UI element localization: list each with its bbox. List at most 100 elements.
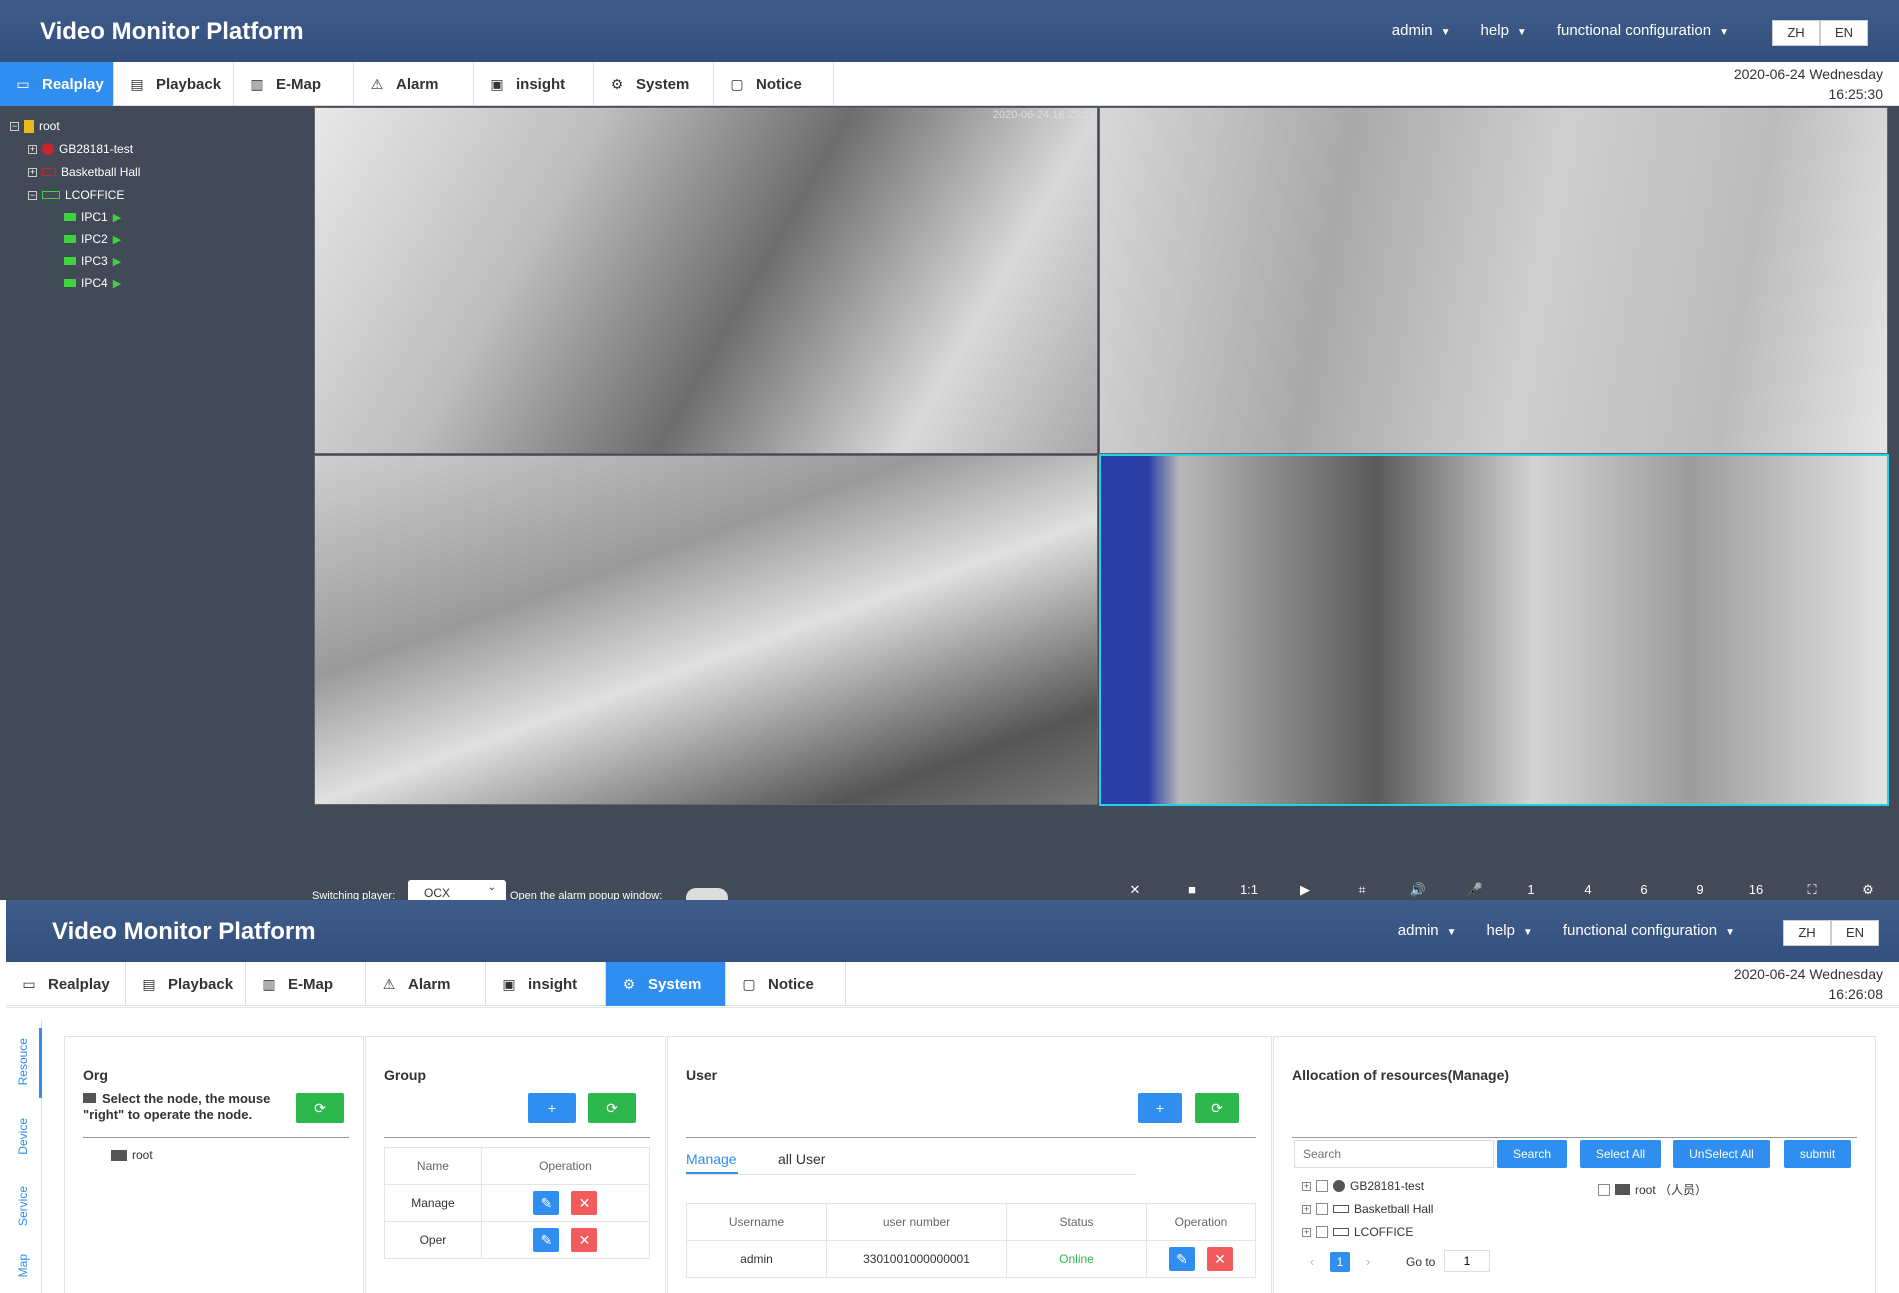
tree-node-ipc1[interactable]: IPC1 ▶	[64, 210, 121, 224]
webcam-icon	[1333, 1180, 1345, 1192]
checkbox[interactable]	[1316, 1203, 1328, 1215]
warning-icon: ⚠	[370, 76, 384, 92]
submit-button[interactable]: submit	[1784, 1140, 1851, 1168]
tab-insight[interactable]: ▣ insight	[486, 962, 606, 1006]
side-tab-resource[interactable]: Resouce	[16, 1038, 30, 1085]
tree-node-ipc2[interactable]: IPC2 ▶	[64, 232, 121, 246]
video-cell-4[interactable]	[1099, 454, 1889, 806]
layout-6-button[interactable]: 6	[1624, 882, 1664, 897]
lang-en-button[interactable]: EN	[1820, 20, 1868, 46]
delete-icon[interactable]: ✕	[571, 1191, 598, 1215]
tab-system[interactable]: ⚙ System	[606, 962, 726, 1006]
video-cell-1[interactable]: 2020-06-24 16:25:23	[314, 107, 1098, 454]
video-cell-3[interactable]	[314, 455, 1098, 805]
layout-16-button[interactable]: 16	[1736, 882, 1776, 897]
help-menu[interactable]: help ▼	[1481, 22, 1527, 39]
tab-alarm[interactable]: ⚠ Alarm	[354, 62, 474, 106]
close-all-button[interactable]: ✕	[1115, 882, 1155, 898]
refresh-icon: ⟳	[1211, 1100, 1223, 1116]
tab-playback[interactable]: ▤ Playback	[126, 962, 246, 1006]
config-menu[interactable]: functional configuration ▼	[1563, 922, 1735, 939]
video-cell-2[interactable]	[1099, 107, 1888, 454]
edit-icon[interactable]: ✎	[533, 1228, 560, 1252]
checkbox[interactable]	[1598, 1183, 1610, 1196]
active-tab-indicator	[686, 1172, 738, 1174]
gear-icon: ⚙	[622, 976, 636, 992]
play-icon[interactable]: ▶	[113, 211, 121, 224]
tab-emap[interactable]: ▥ E-Map	[246, 962, 366, 1006]
user-menu[interactable]: admin ▼	[1392, 22, 1451, 39]
lang-en-button[interactable]: EN	[1831, 920, 1879, 946]
refresh-button[interactable]: ⟳	[1195, 1093, 1239, 1123]
prev-page-icon[interactable]: ‹	[1302, 1252, 1322, 1272]
message-icon: ▢	[742, 976, 756, 992]
refresh-icon: ⟳	[314, 1100, 326, 1116]
goto-page-input[interactable]	[1444, 1250, 1490, 1272]
alloc-tree-basketball[interactable]: + Basketball Hall	[1302, 1202, 1433, 1216]
page-current[interactable]: 1	[1330, 1252, 1350, 1272]
tree-node-ipc4[interactable]: IPC4 ▶	[64, 276, 121, 290]
edit-icon[interactable]: ✎	[533, 1191, 560, 1215]
play-icon[interactable]: ▶	[113, 233, 121, 246]
snapshot-button[interactable]: ⌗	[1342, 882, 1382, 898]
checkbox[interactable]	[1316, 1226, 1328, 1238]
tab-alarm[interactable]: ⚠ Alarm	[366, 962, 486, 1006]
settings-button[interactable]: ⚙	[1848, 882, 1888, 898]
select-all-button[interactable]: Select All	[1580, 1140, 1661, 1168]
layout-9-button[interactable]: 9	[1680, 882, 1720, 897]
layout-1-button[interactable]: 1	[1511, 882, 1551, 897]
next-page-icon[interactable]: ›	[1358, 1252, 1378, 1272]
side-tab-map[interactable]: Map	[16, 1254, 30, 1277]
tab-playback[interactable]: ▤ Playback	[114, 62, 234, 106]
alloc-tree-lcoffice[interactable]: + LCOFFICE	[1302, 1225, 1413, 1239]
help-menu[interactable]: help ▼	[1487, 922, 1533, 939]
tab-realplay[interactable]: ▭ Realplay	[0, 62, 114, 106]
delete-icon[interactable]: ✕	[1207, 1247, 1233, 1271]
tab-system[interactable]: ⚙ System	[594, 62, 714, 106]
tree-node-lcoffice[interactable]: − LCOFFICE	[28, 188, 124, 202]
tab-notice[interactable]: ▢ Notice	[726, 962, 846, 1006]
add-group-button[interactable]: +	[528, 1093, 576, 1123]
stop-button[interactable]: ■	[1172, 882, 1212, 897]
play-icon[interactable]: ▶	[113, 255, 121, 268]
unselect-all-button[interactable]: UnSelect All	[1673, 1140, 1770, 1168]
org-tree-root[interactable]: root	[111, 1148, 153, 1162]
tree-node-root[interactable]: − root	[10, 119, 60, 133]
refresh-button[interactable]: ⟳	[588, 1093, 636, 1123]
tree-node-basketball[interactable]: + Basketball Hall	[28, 165, 140, 179]
record-button[interactable]: ▶	[1285, 882, 1325, 898]
tree-node-gb28181[interactable]: + GB28181-test	[28, 142, 133, 156]
refresh-button[interactable]: ⟳	[296, 1093, 344, 1123]
warning-icon: ⚠	[382, 976, 396, 992]
alloc-right-root[interactable]: root （人员）	[1598, 1181, 1707, 1198]
tab-realplay[interactable]: ▭ Realplay	[6, 962, 126, 1006]
lang-zh-button[interactable]: ZH	[1783, 920, 1831, 946]
add-user-button[interactable]: +	[1138, 1093, 1182, 1123]
alloc-tree-gb28181[interactable]: + GB28181-test	[1302, 1179, 1424, 1193]
side-tab-device[interactable]: Device	[16, 1118, 30, 1155]
config-menu[interactable]: functional configuration ▼	[1557, 22, 1729, 39]
search-button[interactable]: Search	[1497, 1140, 1567, 1168]
volume-button[interactable]: 🔊	[1398, 882, 1438, 898]
mic-button[interactable]: 🎤	[1455, 882, 1495, 898]
tab-notice[interactable]: ▢ Notice	[714, 62, 834, 106]
checkbox[interactable]	[1316, 1180, 1328, 1192]
group-panel: Group + ⟳ Name Operation Manage ✎ ✕ Oper ✎ ✕	[365, 1036, 666, 1293]
lang-zh-button[interactable]: ZH	[1772, 20, 1820, 46]
edit-icon[interactable]: ✎	[1169, 1247, 1195, 1271]
ratio-button[interactable]: 1:1	[1229, 882, 1269, 897]
layout-4-button[interactable]: 4	[1568, 882, 1608, 897]
allocation-panel: Allocation of resources(Manage) Search S…	[1273, 1036, 1876, 1293]
user-menu[interactable]: admin ▼	[1398, 922, 1457, 939]
side-tab-service[interactable]: Service	[16, 1186, 30, 1226]
user-tab-all[interactable]: all User	[778, 1151, 825, 1167]
fullscreen-button[interactable]: ⛶	[1792, 882, 1832, 898]
tab-insight[interactable]: ▣ insight	[474, 62, 594, 106]
tree-node-ipc3[interactable]: IPC3 ▶	[64, 254, 121, 268]
delete-icon[interactable]: ✕	[571, 1228, 598, 1252]
user-tab-manage[interactable]: Manage	[686, 1151, 737, 1167]
search-input[interactable]	[1294, 1140, 1494, 1168]
tab-emap[interactable]: ▥ E-Map	[234, 62, 354, 106]
film-icon: ▤	[142, 976, 156, 992]
play-icon[interactable]: ▶	[113, 277, 121, 290]
